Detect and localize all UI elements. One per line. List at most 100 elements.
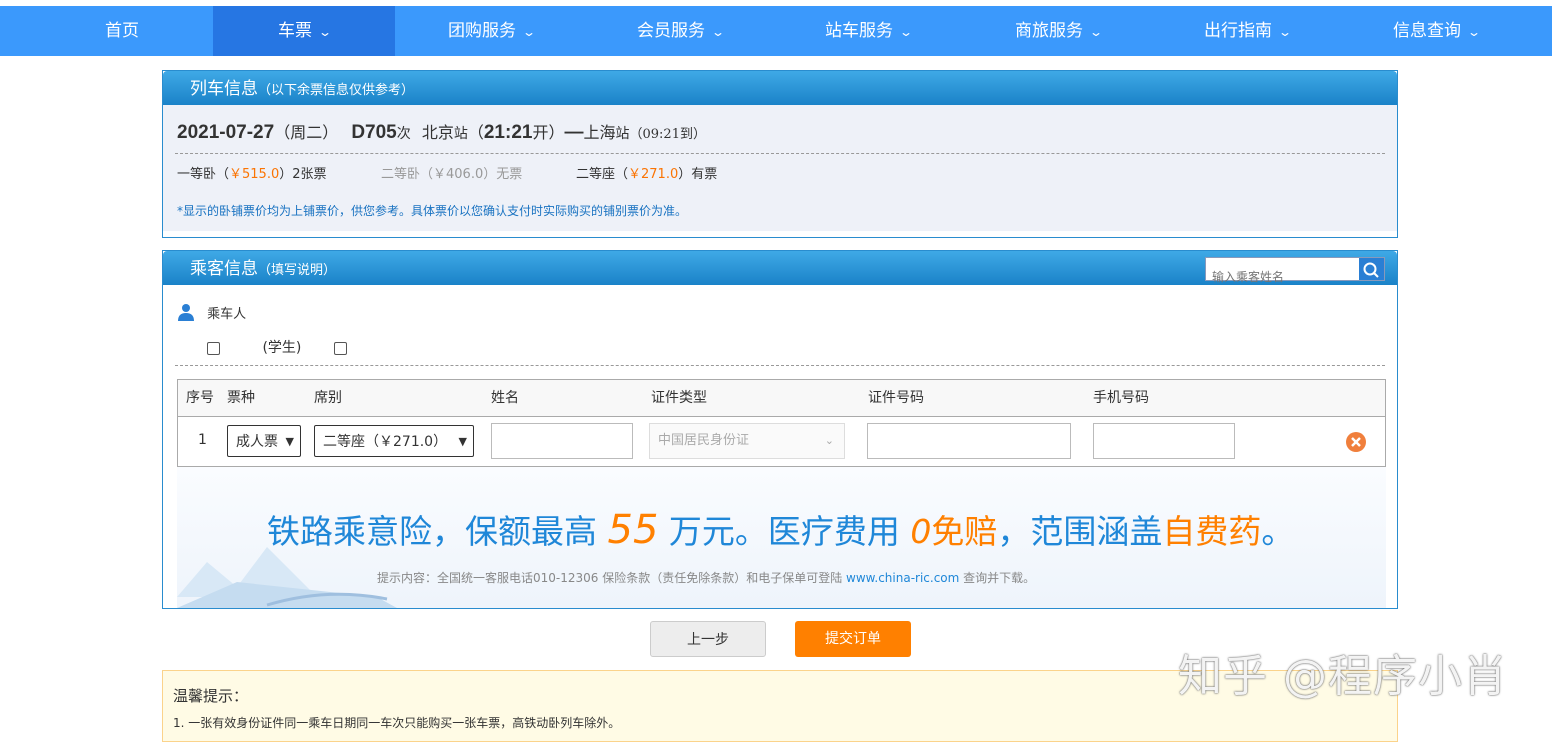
seat-second-sleeper: 二等卧（￥406.0）无票: [381, 163, 522, 182]
watermark: 知乎 @程序小肖: [1178, 651, 1508, 702]
passenger-header: 乘客信息（填写说明）: [163, 251, 1397, 288]
chevron-down-icon: ⌄: [1466, 25, 1482, 39]
rider-checkbox[interactable]: [207, 341, 220, 355]
price-note: *显示的卧铺票价均为上铺票价，供您参考。具体票价以您确认支付时实际购买的铺别票价…: [177, 204, 688, 218]
phone-input[interactable]: [1093, 423, 1235, 459]
chevron-down-icon: ⌄: [317, 25, 333, 39]
warm-tips-line1: 1. 一张有效身份证件同一乘车日期同一车次只能购买一张车票，高铁动卧列车除外。: [173, 716, 621, 730]
id-type-select[interactable]: 中国居民身份证 ⌄: [649, 423, 845, 459]
seat-price: ￥271.0: [628, 167, 679, 182]
header-phone: 手机号码: [1093, 390, 1149, 406]
train-info-body: 2021-07-27（周二） D705次 北京站（21:21开）—上海站（09:…: [163, 105, 1397, 231]
remove-passenger-icon[interactable]: [1346, 432, 1366, 452]
seat-label: 一等卧（: [177, 167, 230, 182]
rider-checkbox[interactable]: [333, 341, 347, 355]
ad-dot1: 。: [734, 512, 768, 551]
chevron-down-icon: ⌄: [898, 25, 914, 39]
id-number-input[interactable]: [867, 423, 1071, 459]
nav-station-label: 站车服务: [824, 21, 893, 41]
passenger-search: [1205, 257, 1385, 288]
seat-type-value: 二等座（￥271.0）: [323, 434, 448, 450]
from-station-suffix: 站: [453, 126, 468, 142]
train-number: D705: [351, 122, 397, 143]
rider-choices: (学生): [207, 337, 347, 357]
passenger-search-input[interactable]: [1206, 266, 1362, 288]
insurance-banner[interactable]: 铁路乘意险，保额最高 55 万元。医疗费用 0免赔，范围涵盖自费药。 提示内容：…: [177, 467, 1386, 608]
ticket-type-select[interactable]: 成人票 ▼: [227, 425, 301, 457]
top-nav: 首页 车票 ⌄ 团购服务 ⌄ 会员服务 ⌄ 站车服务 ⌄ 商旅服务 ⌄ 出行指南 ⌄ 信息查…: [0, 6, 1552, 56]
train-date: 2021-07-27: [177, 122, 275, 143]
user-icon: [178, 304, 194, 321]
warm-tips-title: 温馨提示：: [173, 687, 249, 705]
from-station: 北京: [421, 123, 454, 142]
train-number-suffix: 次: [396, 126, 411, 142]
ad-tip-prefix: 提示内容：全国统一客服电话010-12306 保险条款（责任免除条款）和电子保单…: [377, 571, 847, 585]
train-info-header: 列车信息（以下余票信息仅供参考）: [163, 71, 1397, 105]
ad-part2: 万元: [658, 512, 735, 551]
passenger-title: 乘客信息: [190, 259, 258, 279]
ad-dot2: 。: [1261, 512, 1295, 551]
ad-tip-link[interactable]: www.china-ric.com: [846, 571, 959, 585]
nav-member-label: 会员服务: [636, 21, 705, 41]
ticket-type-value: 成人票: [236, 434, 278, 450]
header-id-type: 证件类型: [651, 390, 707, 406]
depart-open: （: [467, 123, 484, 142]
ad-num1: 55: [607, 507, 659, 553]
search-icon: [1363, 262, 1379, 278]
train-summary: 2021-07-27（周二） D705次 北京站（21:21开）—上海站（09:…: [177, 119, 706, 144]
ad-num2: 0: [910, 512, 932, 551]
chevron-down-icon: ⌄: [710, 25, 726, 39]
nav-tickets[interactable]: 车票 ⌄: [213, 6, 395, 56]
nav-member[interactable]: 会员服务 ⌄: [589, 6, 771, 56]
depart-suffix: 开）: [532, 123, 565, 142]
row-index: 1: [198, 432, 207, 448]
table-row: 1 成人票 ▼ 二等座（￥271.0） ▼ 中国居民身份证 ⌄: [178, 417, 1385, 466]
passenger-subtitle[interactable]: （填写说明）: [258, 263, 336, 278]
seat-price: ￥515.0: [229, 167, 280, 182]
seat-availability: ）2张票: [279, 167, 327, 182]
nav-group-label: 团购服务: [447, 21, 516, 41]
arrive-time: （09:21到）: [629, 127, 706, 142]
ad-part6: 自费药: [1162, 512, 1262, 551]
train-weekday: （周二）: [274, 123, 339, 142]
chevron-down-icon: ▼: [285, 435, 294, 448]
seat-type-select[interactable]: 二等座（￥271.0） ▼: [314, 425, 474, 457]
nav-info-label: 信息查询: [1392, 21, 1461, 41]
train-info-panel: 列车信息（以下余票信息仅供参考） 2021-07-27（周二） D705次 北京…: [162, 70, 1398, 238]
route-dash: —: [564, 122, 584, 143]
header-seat-type: 席别: [314, 390, 342, 406]
nav-home[interactable]: 首页: [62, 6, 182, 56]
to-station: 上海: [583, 123, 616, 142]
seat-second-class: 二等座（￥271.0）有票: [576, 163, 717, 182]
search-button[interactable]: [1359, 258, 1384, 280]
divider: [175, 365, 1385, 366]
prev-step-button[interactable]: 上一步: [650, 621, 766, 657]
insurance-tip: 提示内容：全国统一客服电话010-12306 保险条款（责任免除条款）和电子保单…: [377, 569, 1035, 586]
nav-business-label: 商旅服务: [1014, 21, 1083, 41]
to-station-suffix: 站: [615, 126, 630, 142]
seat-availability: ）有票: [678, 167, 718, 182]
student-tag: (学生): [262, 340, 302, 356]
table-header: 序号 票种 席别 姓名 证件类型 证件号码 手机号码: [178, 380, 1385, 417]
header-name: 姓名: [491, 390, 519, 406]
chevron-down-icon: ⌄: [824, 434, 834, 447]
chevron-down-icon: ⌄: [1088, 25, 1104, 39]
seat-label: 二等座（: [576, 167, 629, 182]
chevron-down-icon: ▼: [458, 435, 467, 448]
riders-label: 乘车人: [207, 307, 247, 322]
nav-group[interactable]: 团购服务 ⌄: [400, 6, 582, 56]
insurance-headline: 铁路乘意险，保额最高 55 万元。医疗费用 0免赔，范围涵盖自费药。: [267, 505, 1294, 553]
riders-label-row: 乘车人: [177, 303, 246, 322]
nav-business[interactable]: 商旅服务 ⌄: [967, 6, 1149, 56]
nav-guide[interactable]: 出行指南 ⌄: [1156, 6, 1338, 56]
nav-info[interactable]: 信息查询 ⌄: [1345, 6, 1527, 56]
submit-order-button[interactable]: 提交订单: [795, 621, 911, 657]
name-input[interactable]: [491, 423, 633, 459]
nav-station[interactable]: 站车服务 ⌄: [777, 6, 959, 56]
passenger-panel: 乘客信息（填写说明） 乘车人 (学生) 序号 票种 席别 姓名 证件类型 证件号…: [162, 250, 1398, 609]
seat-label: 二等卧（￥406.0）无票: [381, 167, 523, 182]
header-index: 序号: [186, 390, 214, 406]
ad-part5: ，范围涵盖: [997, 512, 1163, 551]
divider: [175, 153, 1385, 154]
train-info-subtitle: （以下余票信息仅供参考）: [258, 83, 415, 98]
